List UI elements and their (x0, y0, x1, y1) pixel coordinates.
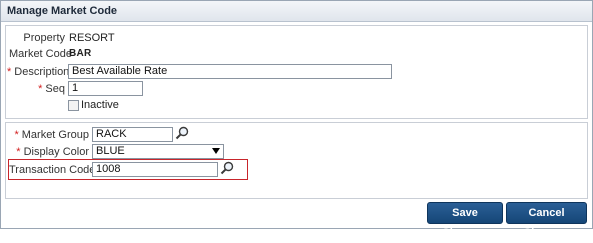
inactive-label: Inactive (81, 99, 119, 111)
property-value: RESORT (69, 32, 115, 44)
save-changes-button[interactable]: Save Changes (427, 202, 503, 239)
seq-label: * Seq (9, 83, 65, 95)
cancel-changes-button[interactable]: Cancel Changes (506, 202, 587, 239)
market-group-label-text: Market Group (21, 129, 89, 141)
manage-market-code-dialog: Manage Market Code Property RESORT Marke… (0, 0, 593, 239)
required-marker: * (38, 83, 43, 95)
property-label: Property (23, 32, 65, 44)
display-color-label-text: Display Color (23, 146, 89, 158)
dropdown-arrow-icon[interactable] (212, 148, 220, 154)
market-group-lookup-icon[interactable] (175, 126, 189, 140)
required-marker: * (7, 66, 12, 78)
description-label-text: Description (14, 66, 70, 78)
display-color-label: * Display Color (9, 146, 89, 158)
description-input[interactable]: Best Available Rate (68, 64, 392, 79)
transaction-code-lookup-icon[interactable] (220, 161, 234, 175)
required-marker: * (16, 146, 21, 158)
market-group-input[interactable]: RACK (92, 127, 173, 142)
transaction-code-label: Transaction Code (9, 164, 96, 176)
market-group-label: * Market Group (9, 129, 89, 141)
market-code-label: Market Code (9, 48, 72, 60)
display-color-value: BLUE (96, 145, 125, 157)
inactive-checkbox[interactable] (68, 100, 79, 111)
display-color-select[interactable]: BLUE (92, 144, 224, 159)
market-code-value: BAR (69, 48, 92, 59)
dialog-title: Manage Market Code (7, 5, 118, 17)
dialog-titlebar: Manage Market Code (1, 1, 592, 22)
transaction-code-input[interactable]: 1008 (92, 162, 218, 177)
seq-label-text: Seq (45, 83, 65, 95)
required-marker: * (14, 129, 19, 141)
seq-input[interactable]: 1 (68, 81, 143, 96)
description-label: * Description (7, 66, 69, 78)
